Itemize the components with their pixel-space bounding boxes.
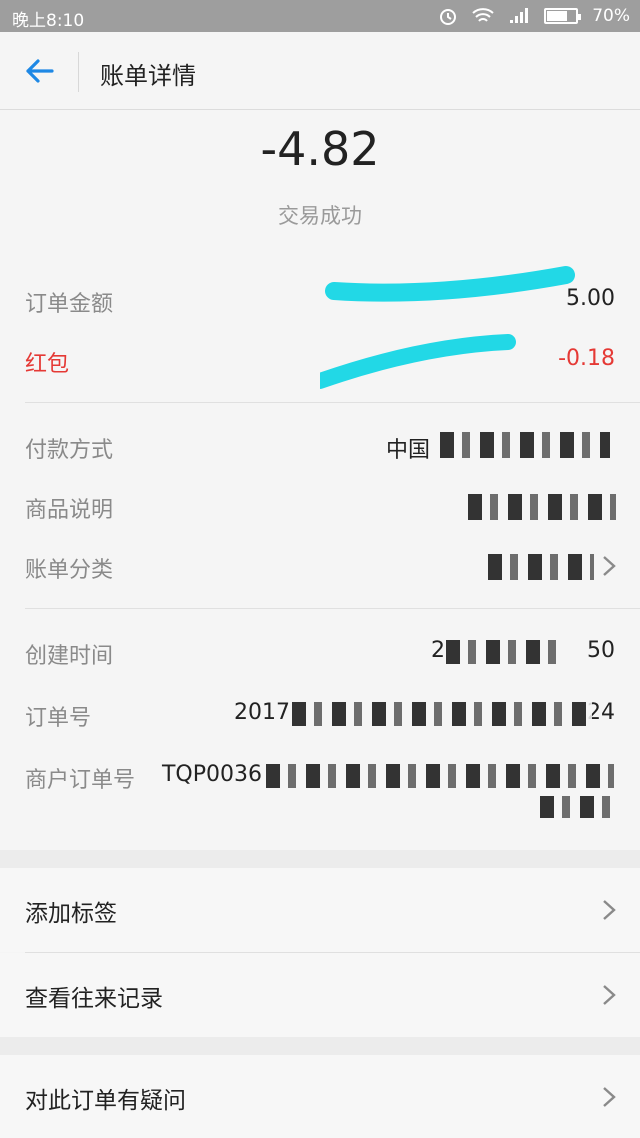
arrow-left-icon[interactable] <box>22 54 56 88</box>
created-time-suffix: 50 <box>587 638 615 663</box>
battery-percent: 70% <box>592 6 630 26</box>
status-bar: 晚上8:10 70% <box>0 0 640 32</box>
add-tag-label: 添加标签 <box>25 901 117 927</box>
chevron-right-icon <box>603 900 616 920</box>
order-number-prefix: 2017 <box>234 700 290 725</box>
chevron-right-icon <box>603 1087 616 1107</box>
signal-icon <box>510 8 529 23</box>
section-divider <box>25 608 640 609</box>
view-history-item[interactable]: 查看往来记录 <box>0 953 640 1037</box>
alarm-icon <box>440 9 457 25</box>
section-gap <box>0 1037 640 1055</box>
battery-icon <box>544 8 582 24</box>
status-icons: 70% <box>438 6 630 26</box>
order-amount-label: 订单金额 <box>25 292 114 317</box>
redacted-order-number <box>292 702 592 726</box>
battery-level <box>547 11 567 21</box>
status-time: 晚上8:10 <box>12 11 85 31</box>
created-time-prefix: 2 <box>431 638 445 663</box>
view-history-label: 查看往来记录 <box>25 986 163 1012</box>
order-question-label: 对此订单有疑问 <box>25 1088 186 1114</box>
payment-method-value: 中国 <box>385 438 430 463</box>
redacted-merchant-order-cont <box>540 796 614 818</box>
transaction-status: 交易成功 <box>278 204 362 228</box>
redacted-goods <box>468 494 616 520</box>
header-separator <box>78 52 79 92</box>
merchant-order-label: 商户订单号 <box>25 768 136 793</box>
chevron-right-icon <box>603 556 616 576</box>
add-tag-item[interactable]: 添加标签 <box>0 868 640 952</box>
app-header: 账单详情 <box>0 32 640 110</box>
created-time-label: 创建时间 <box>25 644 114 669</box>
redacted-created-time <box>446 640 566 664</box>
page-title: 账单详情 <box>100 62 196 90</box>
chevron-right-icon <box>603 985 616 1005</box>
redaction-highlight <box>320 266 575 389</box>
order-question-item[interactable]: 对此订单有疑问 <box>0 1055 640 1138</box>
section-gap <box>0 850 640 868</box>
redacted-payment <box>440 432 610 458</box>
payment-method-label: 付款方式 <box>25 438 114 463</box>
merchant-order-prefix: TQP0036 <box>161 762 262 787</box>
red-packet-label: 红包 <box>25 352 70 377</box>
wifi-icon <box>472 8 494 22</box>
order-number-label: 订单号 <box>25 706 92 731</box>
goods-description-label: 商品说明 <box>25 498 114 523</box>
redacted-merchant-order <box>266 764 614 788</box>
section-divider <box>25 402 640 403</box>
bill-category-label: 账单分类 <box>25 558 114 583</box>
redacted-category <box>488 554 594 580</box>
total-amount: -4.82 <box>260 122 380 176</box>
